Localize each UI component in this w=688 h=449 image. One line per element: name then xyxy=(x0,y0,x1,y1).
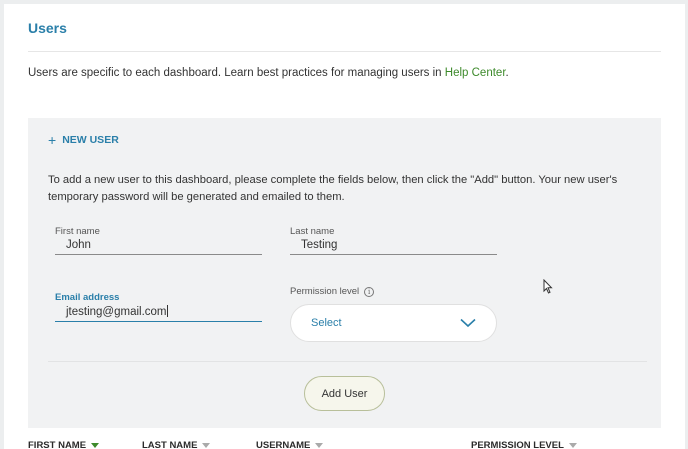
sort-down-icon xyxy=(315,443,324,448)
chevron-down-icon xyxy=(460,318,476,328)
email-field[interactable]: Email address jtesting@gmail.com xyxy=(55,292,262,322)
divider xyxy=(28,51,661,52)
column-header-username[interactable]: USERNAME xyxy=(256,440,324,449)
column-header-label: FIRST NAME xyxy=(28,440,87,449)
sort-down-icon xyxy=(568,443,577,448)
column-header-last-name[interactable]: LAST NAME xyxy=(142,440,211,449)
email-label: Email address xyxy=(55,292,120,303)
column-header-label: USERNAME xyxy=(256,440,311,449)
column-header-label: LAST NAME xyxy=(142,440,198,449)
users-table-header: FIRST NAME LAST NAME USERNAME PERMISSION… xyxy=(28,440,678,449)
new-user-label: NEW USER xyxy=(62,134,119,146)
first-name-field[interactable]: First name John xyxy=(55,226,262,255)
permission-level-text: Permission level xyxy=(290,286,360,297)
email-input[interactable]: jtesting@gmail.com xyxy=(55,305,262,318)
column-header-label: PERMISSION LEVEL xyxy=(471,440,564,449)
new-user-description: To add a new user to this dashboard, ple… xyxy=(48,174,618,203)
column-header-first-name[interactable]: FIRST NAME xyxy=(28,440,100,449)
first-name-underline xyxy=(55,254,262,255)
sort-down-icon xyxy=(202,443,211,448)
first-name-label: First name xyxy=(55,226,100,237)
permission-selected-value: Select xyxy=(311,317,342,329)
new-user-toggle[interactable]: + NEW USER xyxy=(48,132,119,148)
page-title: Users xyxy=(28,20,67,36)
new-user-panel: + NEW USER To add a new user to this das… xyxy=(28,118,661,428)
email-value: jtesting@gmail.com xyxy=(66,306,167,318)
sort-down-icon xyxy=(91,443,100,448)
intro-text-body: Users are specific to each dashboard. Le… xyxy=(28,67,445,79)
last-name-field[interactable]: Last name Testing xyxy=(290,226,497,255)
first-name-input[interactable]: John xyxy=(55,239,262,251)
plus-icon: + xyxy=(48,132,57,148)
text-caret xyxy=(166,305,168,317)
mouse-pointer-icon xyxy=(543,279,553,294)
add-user-button[interactable]: Add User xyxy=(304,376,385,411)
permission-level-select[interactable]: Select xyxy=(290,304,497,342)
email-underline xyxy=(55,321,262,322)
help-center-link[interactable]: Help Center xyxy=(445,67,506,79)
last-name-label: Last name xyxy=(290,226,335,237)
info-icon[interactable]: i xyxy=(364,286,375,297)
intro-text-end: . xyxy=(505,67,509,79)
last-name-input[interactable]: Testing xyxy=(290,239,497,251)
divider xyxy=(48,361,647,362)
permission-level-label: Permission level i xyxy=(290,286,375,297)
users-card: Users Users are specific to each dashboa… xyxy=(4,4,685,449)
intro-text: Users are specific to each dashboard. Le… xyxy=(28,67,509,79)
column-header-permission-level[interactable]: PERMISSION LEVEL xyxy=(471,440,577,449)
last-name-underline xyxy=(290,254,497,255)
